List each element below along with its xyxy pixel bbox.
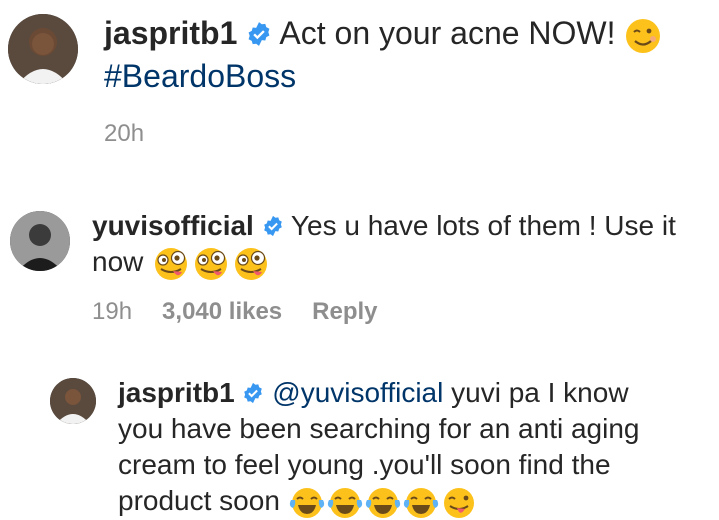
verified-badge-icon	[246, 21, 272, 47]
comment-meta: 19h 3,040 likes Reply	[92, 298, 378, 326]
comment-text-line1: Yes u have lots of them ! Use it	[283, 210, 676, 241]
post-caption: jaspritb1 Act on your acne NOW! #BeardoB…	[104, 12, 704, 97]
reply-text-line3: cream to feel young .you'll soon find th…	[118, 449, 611, 480]
post-timestamp[interactable]: 20h	[104, 120, 144, 148]
reply-jaspritb1: jaspritb1 @yuvisofficial yuvi pa I know …	[118, 375, 708, 520]
winking-face-emoji	[624, 17, 662, 55]
avatar-jaspritb1-post[interactable]	[8, 14, 78, 84]
reply-text-line4: product soon	[118, 485, 288, 516]
post-text: Act on your acne NOW!	[272, 15, 625, 51]
zany-face-emoji	[191, 246, 231, 282]
verified-badge-icon	[242, 382, 264, 404]
reply-button[interactable]: Reply	[312, 298, 377, 325]
comment-username[interactable]: yuvisofficial	[92, 210, 254, 241]
face-with-tears-of-joy-emoji	[288, 486, 326, 520]
reply-mention[interactable]: @yuvisofficial	[272, 377, 443, 408]
comment-likes-count[interactable]: 3,040 likes	[162, 298, 282, 325]
verified-badge-icon	[262, 215, 284, 237]
comment-timestamp[interactable]: 19h	[92, 298, 132, 325]
face-with-tears-of-joy-emoji	[364, 486, 402, 520]
face-with-tears-of-joy-emoji	[402, 486, 440, 520]
zany-face-emoji	[231, 246, 271, 282]
reply-text-line2: you have been searching for an anti agin…	[118, 413, 640, 444]
face-with-tears-of-joy-emoji	[326, 486, 364, 520]
avatar-yuvisofficial[interactable]	[10, 211, 70, 271]
avatar-jaspritb1-reply[interactable]	[50, 378, 96, 424]
comment-yuvisofficial: yuvisofficial Yes u have lots of them ! …	[92, 208, 717, 282]
reply-username[interactable]: jaspritb1	[118, 377, 235, 408]
reply-text-line1: yuvi pa I know	[443, 377, 629, 408]
post-hashtag[interactable]: #BeardoBoss	[104, 58, 296, 94]
comment-text-line2: now	[92, 246, 152, 277]
winking-tongue-face-emoji	[440, 486, 478, 520]
zany-face-emoji	[151, 246, 191, 282]
post-username[interactable]: jaspritb1	[104, 15, 237, 51]
